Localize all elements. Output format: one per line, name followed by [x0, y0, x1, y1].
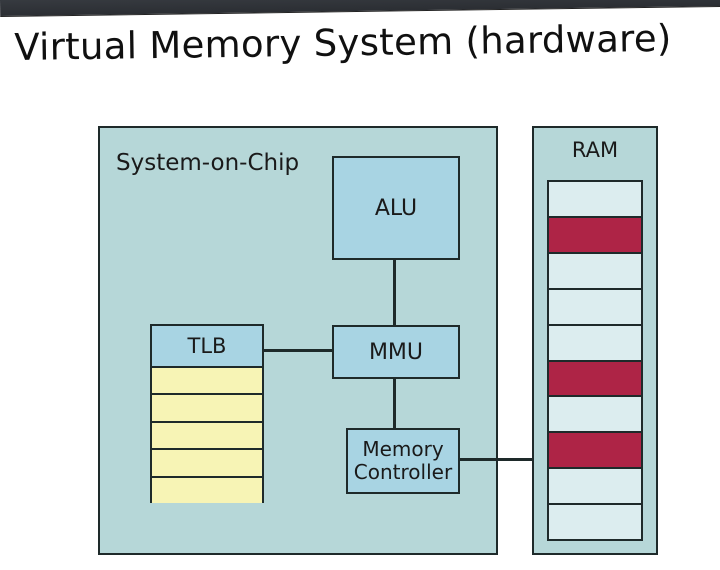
tlb-entry [152, 450, 262, 477]
tlb-label: TLB [188, 334, 227, 358]
connector-tlb-mmu [262, 349, 332, 352]
soc-label: System-on-Chip [116, 150, 299, 176]
ram-row-free [549, 254, 641, 290]
ram-panel: RAM [532, 126, 658, 555]
ram-row-used [549, 433, 641, 469]
tlb-block: TLB [150, 324, 264, 503]
ram-row-free [549, 182, 641, 218]
mmu-block: MMU [332, 325, 460, 379]
tlb-entry [152, 478, 262, 503]
ram-row-free [549, 326, 641, 362]
slide-top-stripe [0, 0, 720, 17]
tlb-rows [152, 368, 262, 503]
ram-row-used [549, 218, 641, 254]
connector-mmu-memc [393, 377, 396, 428]
tlb-header: TLB [152, 326, 262, 368]
diagram-stage: Virtual Memory System (hardware) System-… [0, 0, 720, 570]
connector-memc-ram [458, 458, 534, 461]
ram-row-free [549, 505, 641, 539]
mmu-label: MMU [369, 340, 423, 365]
ram-row-free [549, 469, 641, 505]
ram-rows [547, 180, 643, 541]
ram-row-free [549, 397, 641, 433]
connector-alu-mmu [393, 258, 396, 325]
tlb-entry [152, 395, 262, 422]
ram-label: RAM [534, 138, 656, 162]
tlb-entry [152, 368, 262, 395]
ram-row-free [549, 290, 641, 326]
alu-block: ALU [332, 156, 460, 260]
memory-controller-block: Memory Controller [346, 428, 460, 494]
alu-label: ALU [375, 196, 417, 221]
slide-title: Virtual Memory System (hardware) [14, 17, 672, 69]
ram-row-used [549, 362, 641, 398]
memory-controller-label: Memory Controller [354, 438, 452, 484]
tlb-entry [152, 423, 262, 450]
